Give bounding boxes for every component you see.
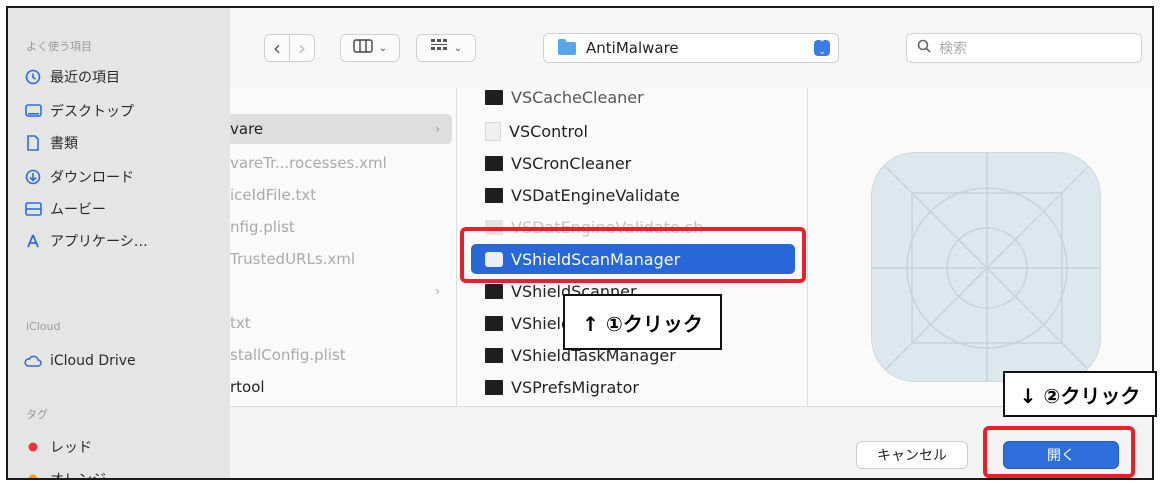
list-item[interactable]: ›	[230, 276, 452, 306]
chevron-right-icon: ›	[298, 36, 306, 60]
executable-icon	[485, 379, 503, 395]
sidebar-item-tag-orange[interactable]: オレンジ	[24, 466, 106, 480]
columns-view-icon	[353, 39, 373, 57]
list-item[interactable]: vare ›	[230, 114, 452, 144]
chevron-down-icon: ⌄	[378, 42, 388, 54]
chevron-down-icon: ⌄	[453, 42, 463, 54]
download-icon	[24, 168, 42, 186]
sidebar-item-documents[interactable]: 書類	[24, 130, 78, 156]
highlight-open-button	[983, 426, 1135, 478]
file-name: VSPrefsMigrator	[511, 377, 639, 397]
file-name: stallConfig.plist	[230, 346, 346, 364]
search-input[interactable]: 検索	[906, 33, 1142, 63]
list-item[interactable]: VSControl	[457, 116, 801, 146]
sidebar-item-applications[interactable]: アプリケーシ…	[24, 228, 148, 254]
file-name: nfig.plist	[230, 218, 295, 236]
search-placeholder: 検索	[939, 41, 967, 57]
executable-icon	[485, 155, 503, 171]
chevron-right-icon: ›	[435, 284, 440, 298]
toolbar: ‹ › ⌄ ⌄ AntiMalware ⌃ ⌄ 検索	[230, 8, 1152, 89]
executable-icon	[485, 315, 503, 331]
highlight-selected-file	[460, 227, 806, 283]
sidebar-section-icloud: iCloud	[26, 320, 61, 333]
document-icon	[485, 121, 501, 141]
list-item[interactable]: vareTr...rocesses.xml	[230, 148, 452, 178]
file-name: VSDatEngineValidate	[511, 185, 680, 205]
file-name: VSControl	[509, 121, 588, 141]
callout-step2: ↓ ②クリック	[1003, 371, 1157, 417]
sidebar-item-label: ダウンロード	[50, 170, 134, 186]
executable-icon	[485, 187, 503, 203]
list-item[interactable]: VSDatEngineValidate	[457, 180, 801, 210]
list-item[interactable]: iceIdFile.txt	[230, 180, 452, 210]
back-button[interactable]: ‹	[264, 34, 290, 62]
file-name: txt	[230, 314, 251, 332]
cancel-button[interactable]: キャンセル	[856, 441, 968, 469]
list-item[interactable]: stallConfig.plist	[230, 340, 452, 370]
view-mode-button[interactable]: ⌄	[340, 34, 400, 62]
sidebar-item-label: デスクトップ	[50, 104, 134, 120]
list-item[interactable]: VSCronCleaner	[457, 148, 801, 178]
apps-icon	[24, 232, 42, 250]
group-button[interactable]: ⌄	[416, 34, 476, 62]
document-icon	[24, 134, 42, 152]
file-name: rtool	[230, 378, 265, 396]
orange-tag-icon	[24, 470, 42, 478]
sidebar-section-tags: タグ	[26, 408, 48, 421]
chevron-right-icon: ›	[435, 122, 440, 136]
sidebar-item-label: 最近の項目	[50, 70, 120, 86]
list-item[interactable]: txt	[230, 308, 452, 338]
executable-icon	[485, 89, 503, 105]
list-item[interactable]: VSCacheCleaner	[457, 88, 801, 112]
search-icon	[917, 39, 931, 57]
updown-chevron-icon: ⌃ ⌄	[814, 40, 830, 57]
sidebar: よく使う項目 最近の項目 デスクトップ 書類 ダウンロード ムービー アプリケー…	[8, 8, 231, 478]
executable-icon	[485, 347, 503, 363]
sidebar-item-icloud-drive[interactable]: iCloud Drive	[24, 348, 136, 374]
preview-pane	[808, 88, 1152, 406]
sidebar-item-label: アプリケーシ…	[50, 234, 148, 250]
cloud-icon	[24, 352, 42, 370]
list-item[interactable]: nfig.plist	[230, 212, 452, 242]
sidebar-item-recents[interactable]: 最近の項目	[24, 64, 120, 90]
file-name: TrustedURLs.xml	[230, 250, 356, 268]
file-name: iceIdFile.txt	[230, 186, 317, 204]
chevron-left-icon: ‹	[273, 36, 281, 60]
list-item[interactable]: rtool	[230, 372, 452, 402]
sidebar-item-label: ムービー	[50, 202, 106, 218]
sidebar-item-tag-red[interactable]: レッド	[24, 434, 92, 460]
location-popup[interactable]: AntiMalware ⌃ ⌄	[543, 33, 839, 63]
location-label: AntiMalware	[586, 39, 679, 57]
list-item[interactable]: TrustedURLs.xml	[230, 244, 452, 274]
file-name: vareTr...rocesses.xml	[230, 154, 387, 172]
parent-folder-column: vare › vareTr...rocesses.xml iceIdFile.t…	[230, 88, 457, 406]
executable-icon	[485, 283, 503, 299]
movie-icon	[24, 200, 42, 218]
sidebar-item-label: オレンジ	[50, 472, 106, 480]
sidebar-item-label: iCloud Drive	[50, 353, 136, 369]
list-item[interactable]: VSPrefsMigrator	[457, 372, 801, 402]
sidebar-item-desktop[interactable]: デスクトップ	[24, 98, 134, 124]
sidebar-item-movies[interactable]: ムービー	[24, 196, 106, 222]
sidebar-item-label: レッド	[50, 440, 92, 456]
folder-icon	[558, 38, 576, 55]
file-name: VSCacheCleaner	[511, 88, 644, 107]
clock-icon	[24, 68, 42, 86]
application-placeholder-icon	[871, 152, 1101, 382]
file-name: vare	[230, 120, 264, 138]
sidebar-item-downloads[interactable]: ダウンロード	[24, 164, 134, 190]
red-tag-icon	[24, 438, 42, 456]
forward-button[interactable]: ›	[289, 34, 315, 62]
sidebar-section-favorites: よく使う項目	[26, 40, 92, 53]
sidebar-item-label: 書類	[50, 136, 78, 152]
grid-group-icon	[430, 38, 448, 58]
callout-step1: ↑ ①クリック	[563, 294, 722, 350]
desktop-icon	[24, 102, 42, 120]
file-name: VSCronCleaner	[511, 153, 632, 173]
